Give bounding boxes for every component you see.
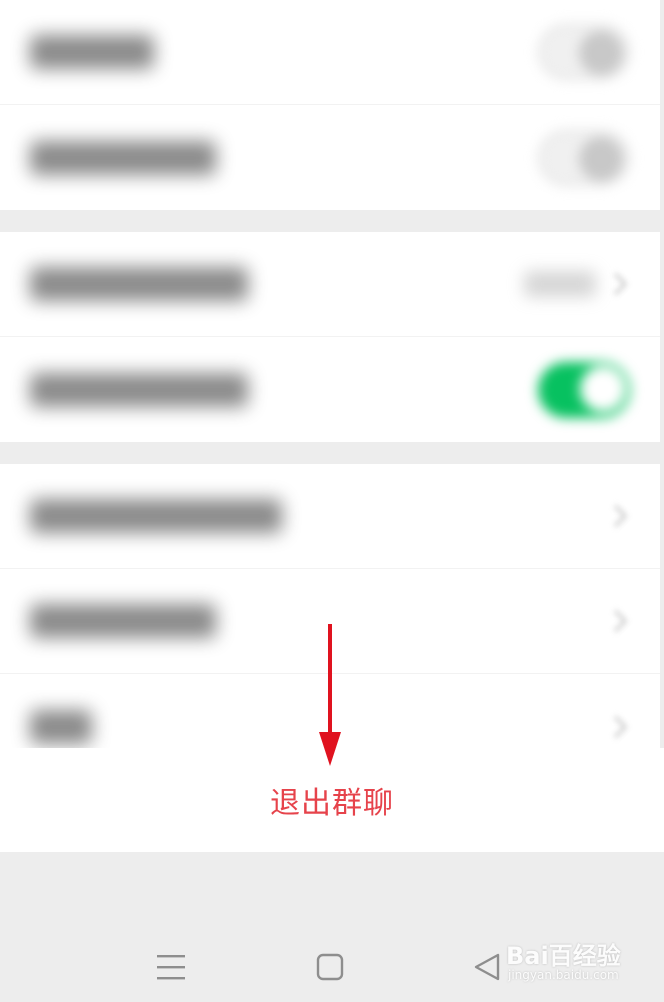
blurred-label: [30, 267, 248, 301]
settings-row[interactable]: [0, 0, 660, 105]
menu-icon[interactable]: [149, 945, 193, 989]
settings-group-1: [0, 0, 660, 210]
watermark-sub-text: jingyan.baidu.com: [508, 968, 619, 982]
toggle-switch-off[interactable]: [538, 129, 630, 186]
home-square-icon[interactable]: [308, 945, 352, 989]
section-divider: [0, 210, 660, 232]
baidu-watermark: Bai百经验 jingyan.baidu.com: [506, 928, 636, 988]
chevron-right-icon: [604, 609, 628, 633]
chevron-right-icon: [604, 504, 628, 528]
screen: 退出群聊 Bai百经验 jingyan.baidu.com: [0, 0, 664, 1002]
settings-group-2: [0, 232, 660, 442]
blurred-label: [30, 35, 154, 69]
chevron-right-icon: [604, 715, 628, 738]
blurred-label: [30, 709, 92, 744]
section-divider: [0, 442, 660, 464]
settings-row[interactable]: [0, 337, 660, 442]
chevron-right-icon: [604, 272, 628, 296]
back-triangle-icon[interactable]: [465, 945, 509, 989]
exit-group-button[interactable]: 退出群聊: [270, 778, 394, 822]
watermark-main-text: Bai百经验: [506, 942, 621, 970]
blurred-label: [30, 140, 216, 175]
settings-row[interactable]: [0, 464, 660, 569]
blurred-value: [524, 271, 596, 297]
settings-row[interactable]: [0, 105, 660, 210]
blurred-label: [30, 372, 248, 407]
blurred-label: [30, 499, 282, 533]
annotation-arrow-icon: [319, 624, 341, 766]
blurred-label: [30, 604, 216, 638]
settings-row[interactable]: [0, 232, 660, 337]
toggle-switch-on[interactable]: [538, 361, 630, 418]
toggle-switch-off[interactable]: [538, 24, 630, 80]
